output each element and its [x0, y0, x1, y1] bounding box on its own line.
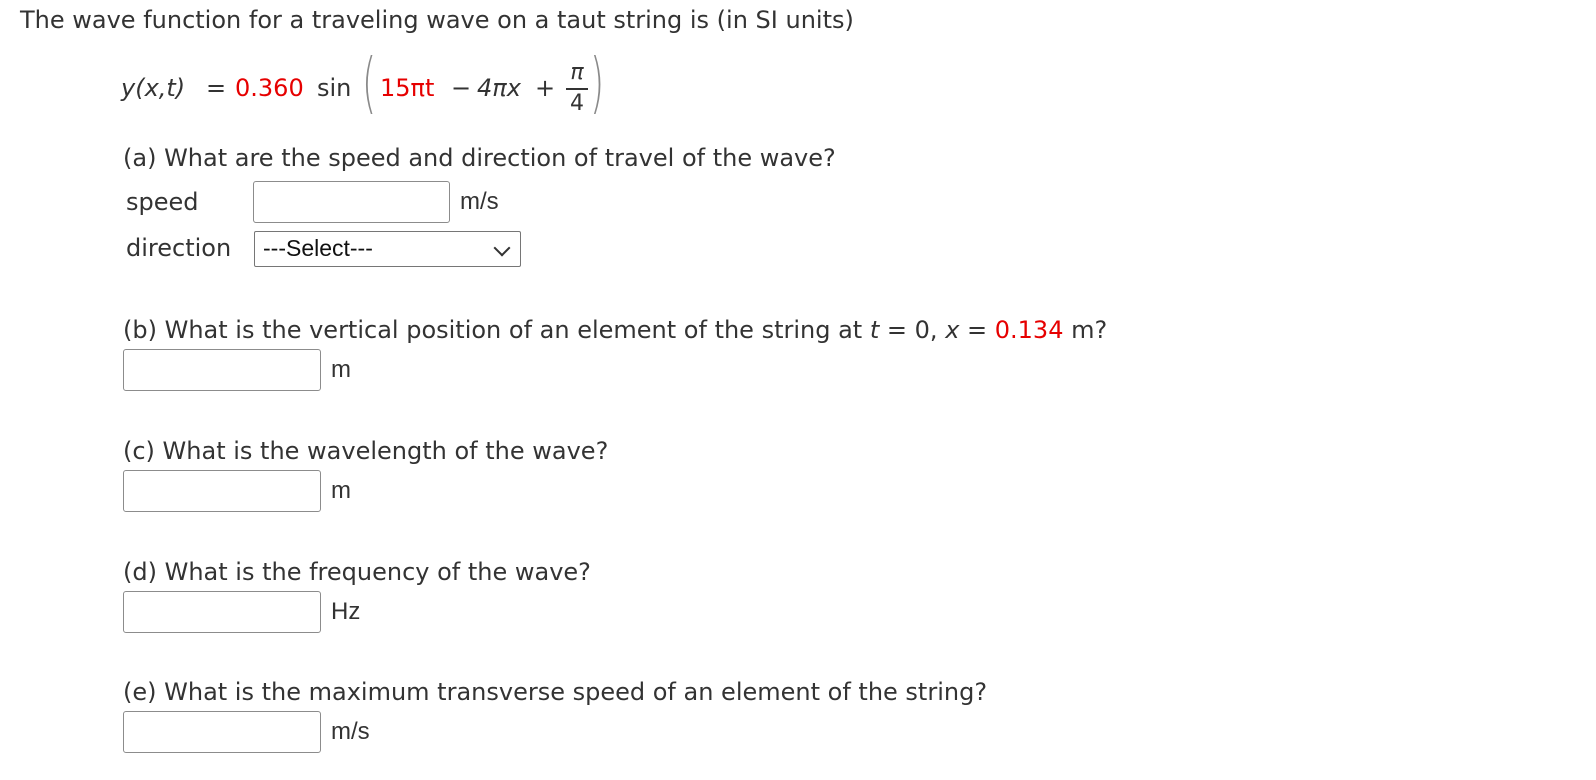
equation-omega-t: 15πt	[380, 74, 435, 102]
question-c: (c) What is the wavelength of the wave?	[123, 437, 609, 465]
speed-input[interactable]	[253, 181, 450, 223]
question-b: (b) What is the vertical position of an …	[123, 316, 1107, 344]
right-paren: )	[590, 44, 605, 121]
equation-kx: 4πx	[477, 74, 521, 102]
x-value: 0.134	[994, 316, 1064, 344]
equation-equals: =	[206, 74, 227, 102]
speed-unit: m/s	[460, 188, 499, 215]
position-unit: m	[331, 356, 351, 383]
question-e: (e) What is the maximum transverse speed…	[123, 678, 988, 706]
speed-label: speed	[126, 188, 199, 216]
position-input[interactable]	[123, 349, 321, 391]
question-a: (a) What are the speed and direction of …	[123, 144, 836, 172]
left-paren: (	[362, 44, 377, 121]
wavelength-unit: m	[331, 477, 351, 504]
problem-intro: The wave function for a traveling wave o…	[20, 6, 854, 34]
chevron-down-icon	[493, 239, 511, 257]
question-b-end: m?	[1063, 316, 1108, 344]
fraction-bar	[566, 88, 588, 90]
direction-label: direction	[126, 234, 232, 262]
t-variable: t	[869, 316, 880, 344]
max-speed-input[interactable]	[123, 711, 321, 753]
frequency-input[interactable]	[123, 591, 321, 633]
x-equals: =	[959, 316, 995, 344]
equation-amplitude: 0.360	[235, 74, 304, 102]
t-equals: = 0,	[879, 316, 946, 344]
frequency-unit: Hz	[331, 598, 361, 625]
max-speed-unit: m/s	[331, 718, 370, 745]
equation-lhs: y(x,t)	[121, 74, 186, 102]
direction-selected-value: ---Select---	[263, 235, 373, 261]
phase-numerator: π	[570, 60, 584, 85]
question-b-text: (b) What is the vertical position of an …	[123, 316, 870, 344]
question-d: (d) What is the frequency of the wave?	[123, 558, 591, 586]
direction-select[interactable]: ---Select---	[254, 231, 521, 267]
wavelength-input[interactable]	[123, 470, 321, 512]
equation-minus: −	[451, 74, 472, 102]
x-variable: x	[945, 316, 960, 344]
equation-plus: +	[535, 74, 556, 102]
phase-fraction: π 4	[566, 60, 588, 116]
phase-denominator: 4	[570, 91, 584, 116]
equation-sin: sin	[317, 74, 352, 102]
